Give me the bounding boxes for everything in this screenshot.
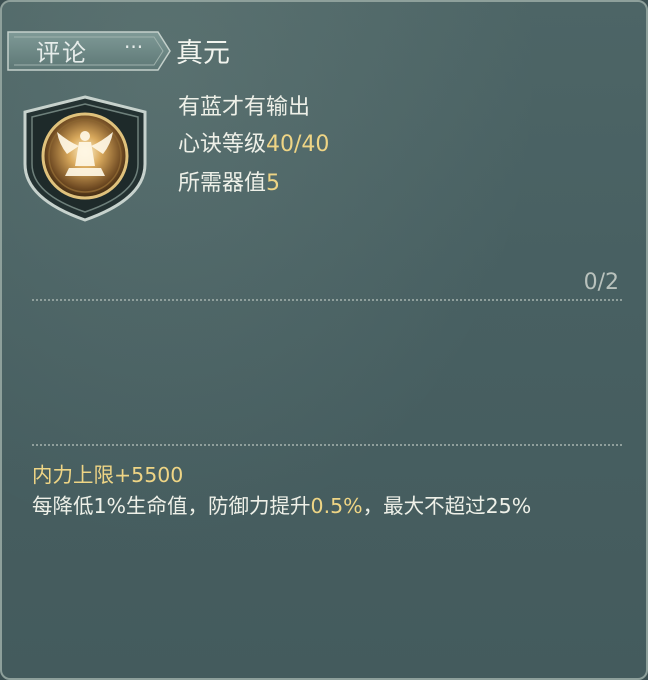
- slot-counter: 0/2: [583, 270, 619, 295]
- effect-line-2-value: 0.5%: [310, 494, 363, 518]
- requirement-label: 所需器值: [178, 171, 267, 196]
- skill-description: 有蓝才有输出: [178, 89, 310, 121]
- tab-banner-shape: [7, 31, 171, 71]
- meditating-figure-emblem-icon: [19, 94, 152, 223]
- effect-line-2: 每降低1%生命值，防御力提升0.5%，最大不超过25%: [32, 491, 628, 522]
- skill-level-row: 心诀等级40/40: [178, 126, 329, 158]
- effect-line-1: 内力上限+5500: [32, 463, 184, 487]
- more-dots-icon: ···: [124, 35, 144, 59]
- effect-line-2-text: 每降低1%生命值，防御力提升: [32, 494, 311, 518]
- skill-level-label: 心诀等级: [178, 132, 267, 157]
- skill-description-text: 有蓝才有输出: [178, 95, 311, 120]
- divider-bottom: [32, 444, 622, 446]
- requirement-value: 5: [266, 171, 281, 196]
- effect-line-2-tail: ，最大不超过25%: [362, 494, 532, 518]
- skill-tooltip-panel: 评论 ··· 真元 有蓝才有输出 心诀等级40/40 所需器值5 0/2 内力上…: [0, 0, 648, 680]
- comment-tab-button[interactable]: 评论 ···: [6, 29, 171, 73]
- requirement-row: 所需器值5: [178, 165, 280, 197]
- skill-level-value: 40/40: [266, 132, 330, 157]
- skill-title: 真元: [176, 38, 230, 69]
- divider-top: [32, 299, 622, 301]
- effect-description: 内力上限+5500 每降低1%生命值，防御力提升0.5%，最大不超过25%: [32, 460, 628, 522]
- comment-tab-label: 评论: [36, 39, 88, 67]
